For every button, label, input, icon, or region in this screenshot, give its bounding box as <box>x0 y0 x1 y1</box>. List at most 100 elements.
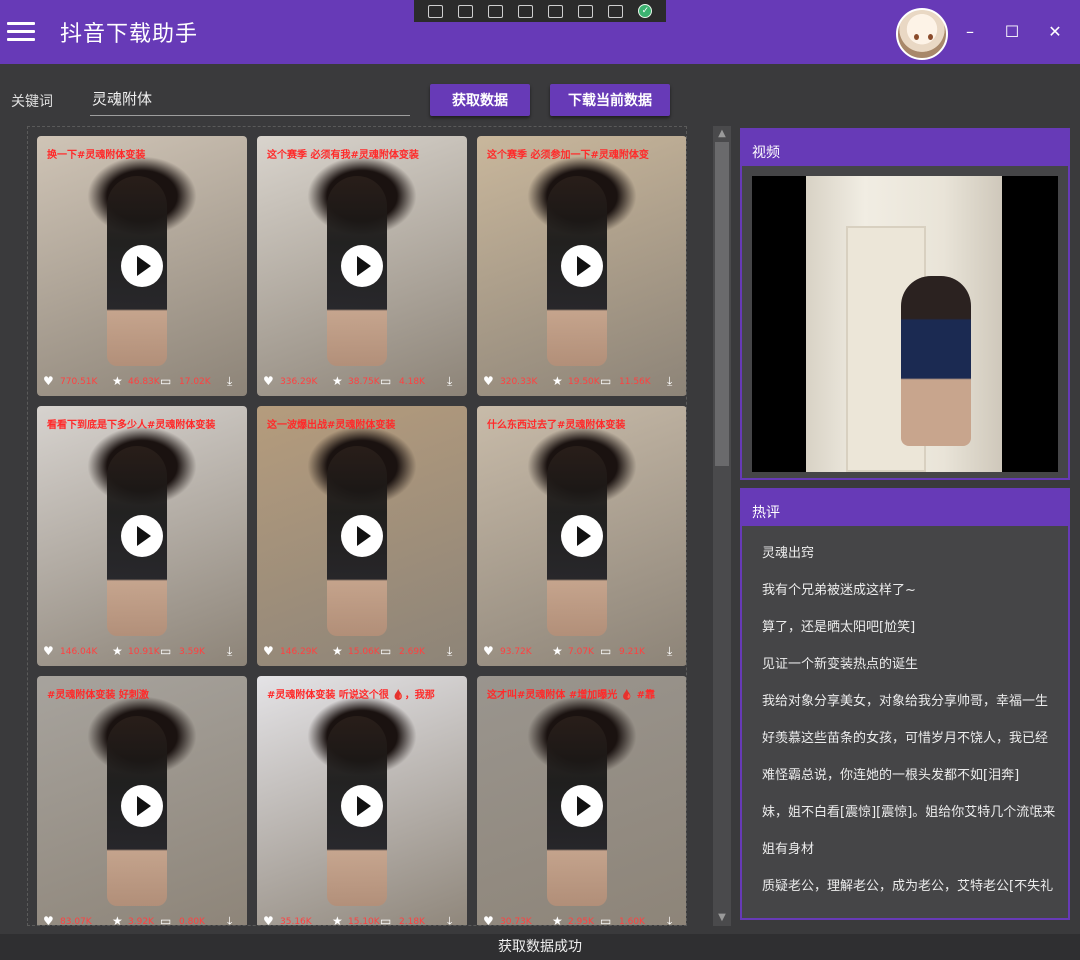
play-icon[interactable] <box>341 515 383 557</box>
comment-list[interactable]: 灵魂出窍 我有个兄弟被迷成这样了~ 算了，还是晒太阳吧[尬笑] 见证一个新变装热… <box>742 526 1068 912</box>
comment-icon: ▭ <box>160 914 172 926</box>
app-title: 抖音下载助手 <box>60 22 199 47</box>
download-icon[interactable]: ⤓ <box>447 375 452 387</box>
video-caption: 换一下#灵魂附体变装 <box>47 150 146 161</box>
maximize-icon[interactable]: ☐ <box>1000 20 1024 44</box>
comment-icon: ▭ <box>600 644 612 658</box>
download-current-button[interactable]: 下载当前数据 <box>550 84 670 116</box>
select-element-icon[interactable] <box>427 4 443 18</box>
comment-item: 见证一个新变装热点的诞生 <box>762 657 919 672</box>
heart-icon: ♥ <box>483 374 494 388</box>
star-icon: ★ <box>552 644 563 658</box>
comments-count: 3.59K <box>179 647 205 657</box>
comments-count: 2.18K <box>399 917 425 926</box>
star-icon: ★ <box>552 914 563 926</box>
stars-count: 3.92K <box>128 917 154 926</box>
adorner-icon[interactable] <box>548 4 564 18</box>
heart-icon: ♥ <box>263 914 274 926</box>
comment-icon: ▭ <box>380 644 392 658</box>
stars-count: 46.83K <box>128 377 160 387</box>
play-icon[interactable] <box>341 785 383 827</box>
likes-count: 770.51K <box>60 377 98 387</box>
video-caption: 这个赛季 必须有我#灵魂附体变装 <box>267 150 419 161</box>
comments-count: 0.80K <box>179 917 205 926</box>
video-card[interactable]: 这一波爆出战#灵魂附体变装 ♥ 146.29K ★ 15.06K ▭ 2.69K ⤓ <box>257 406 467 666</box>
likes-count: 83.07K <box>60 917 92 926</box>
comments-panel-title: 热评 <box>742 490 1068 526</box>
hot-reload-icon[interactable] <box>578 4 594 18</box>
play-icon[interactable] <box>561 515 603 557</box>
video-card[interactable]: 这个赛季 必须有我#灵魂附体变装 ♥ 336.29K ★ 38.75K ▭ 4.18K… <box>257 136 467 396</box>
comment-item: 灵魂出窍 <box>762 546 815 561</box>
fetch-data-button[interactable]: 获取数据 <box>430 84 530 116</box>
cursor-icon[interactable] <box>487 4 503 18</box>
video-card[interactable]: 这个赛季 必须参加一下#灵魂附体变 ♥ 320.33K ★ 19.50K ▭ 11.5… <box>477 136 686 396</box>
keyword-label: 关键词 <box>11 94 53 110</box>
video-card[interactable]: #灵魂附体变装 好刺激 ♥ 83.07K ★ 3.92K ▭ 0.80K ⤓ <box>37 676 247 926</box>
accessibility-icon[interactable] <box>608 4 624 18</box>
play-icon[interactable] <box>561 785 603 827</box>
check-icon[interactable]: ✓ <box>638 4 653 18</box>
video-card[interactable]: 什么东西过去了#灵魂附体变装 ♥ 93.72K ★ 7.07K ▭ 9.21K ⤓ <box>477 406 686 666</box>
download-icon[interactable]: ⤓ <box>447 645 452 657</box>
star-icon: ★ <box>332 644 343 658</box>
minimize-icon[interactable]: – <box>958 20 982 44</box>
play-icon[interactable] <box>561 245 603 287</box>
video-grid[interactable]: 换一下#灵魂附体变装 ♥ 770.51K ★ 46.83K ▭ 17.02K ⤓ 这个… <box>27 126 687 926</box>
heart-icon: ♥ <box>483 914 494 926</box>
scroll-up-icon[interactable]: ▲ <box>713 126 731 142</box>
likes-count: 35.16K <box>280 917 312 926</box>
play-icon[interactable] <box>121 245 163 287</box>
debug-toolbar: ✓ <box>414 0 666 22</box>
video-card[interactable]: 这才叫#灵魂附体 #增加曝光 🩸 #靠 ♥ 30.73K ★ 2.95K ▭ 1.60… <box>477 676 686 926</box>
video-caption: 这个赛季 必须参加一下#灵魂附体变 <box>487 150 649 161</box>
likes-count: 336.29K <box>280 377 318 387</box>
comment-item: 我有个兄弟被迷成这样了~ <box>762 583 916 598</box>
download-icon[interactable]: ⤓ <box>667 375 672 387</box>
video-card[interactable]: 换一下#灵魂附体变装 ♥ 770.51K ★ 46.83K ▭ 17.02K ⤓ <box>37 136 247 396</box>
comment-icon: ▭ <box>160 644 172 658</box>
play-icon[interactable] <box>121 515 163 557</box>
play-icon[interactable] <box>341 245 383 287</box>
scroll-thumb[interactable] <box>715 142 729 466</box>
grid-scrollbar[interactable]: ▲ ▼ <box>713 126 731 926</box>
download-icon[interactable]: ⤓ <box>667 915 672 925</box>
video-panel-title: 视频 <box>742 130 1068 166</box>
comment-icon: ▭ <box>600 914 612 926</box>
likes-count: 146.29K <box>280 647 318 657</box>
likes-count: 146.04K <box>60 647 98 657</box>
download-icon[interactable]: ⤓ <box>227 645 232 657</box>
download-icon[interactable]: ⤓ <box>447 915 452 925</box>
heart-icon: ♥ <box>263 644 274 658</box>
likes-count: 93.72K <box>500 647 532 657</box>
video-card[interactable]: #灵魂附体变装 听说这个很 🩸，我那 ♥ 35.16K ★ 15.10K ▭ 2.18… <box>257 676 467 926</box>
comment-item: 算了，还是晒太阳吧[尬笑] <box>762 620 916 635</box>
scroll-down-icon[interactable]: ▼ <box>713 910 731 926</box>
comments-count: 9.21K <box>619 647 645 657</box>
comments-panel: 热评 灵魂出窍 我有个兄弟被迷成这样了~ 算了，还是晒太阳吧[尬笑] 见证一个新… <box>740 488 1070 920</box>
heart-icon: ♥ <box>483 644 494 658</box>
star-icon: ★ <box>112 914 123 926</box>
video-caption: 这才叫#灵魂附体 #增加曝光 🩸 #靠 <box>487 690 656 701</box>
frame-icon[interactable] <box>517 4 533 18</box>
video-card[interactable]: 看看下到底是下多少人#灵魂附体变装 ♥ 146.04K ★ 10.91K ▭ 3.59… <box>37 406 247 666</box>
menu-icon[interactable] <box>7 22 35 42</box>
download-icon[interactable]: ⤓ <box>227 915 232 925</box>
avatar[interactable] <box>896 8 948 60</box>
star-icon: ★ <box>112 644 123 658</box>
download-icon[interactable]: ⤓ <box>667 645 672 657</box>
comments-count: 17.02K <box>179 377 211 387</box>
play-icon[interactable] <box>121 785 163 827</box>
download-icon[interactable]: ⤓ <box>227 375 232 387</box>
comment-icon: ▭ <box>380 914 392 926</box>
comment-item: 妹，姐不白看[震惊][震惊]。姐给你艾特几个流氓来 <box>762 805 1056 820</box>
close-icon[interactable]: ✕ <box>1043 20 1067 44</box>
stars-count: 10.91K <box>128 647 160 657</box>
video-icon[interactable] <box>457 4 473 18</box>
keyword-input[interactable] <box>90 82 410 116</box>
stars-count: 38.75K <box>348 377 380 387</box>
status-bar: 获取数据成功 <box>0 934 1080 960</box>
video-caption: 看看下到底是下多少人#灵魂附体变装 <box>47 420 216 431</box>
video-caption: 什么东西过去了#灵魂附体变装 <box>487 420 626 431</box>
video-player[interactable] <box>752 176 1058 472</box>
